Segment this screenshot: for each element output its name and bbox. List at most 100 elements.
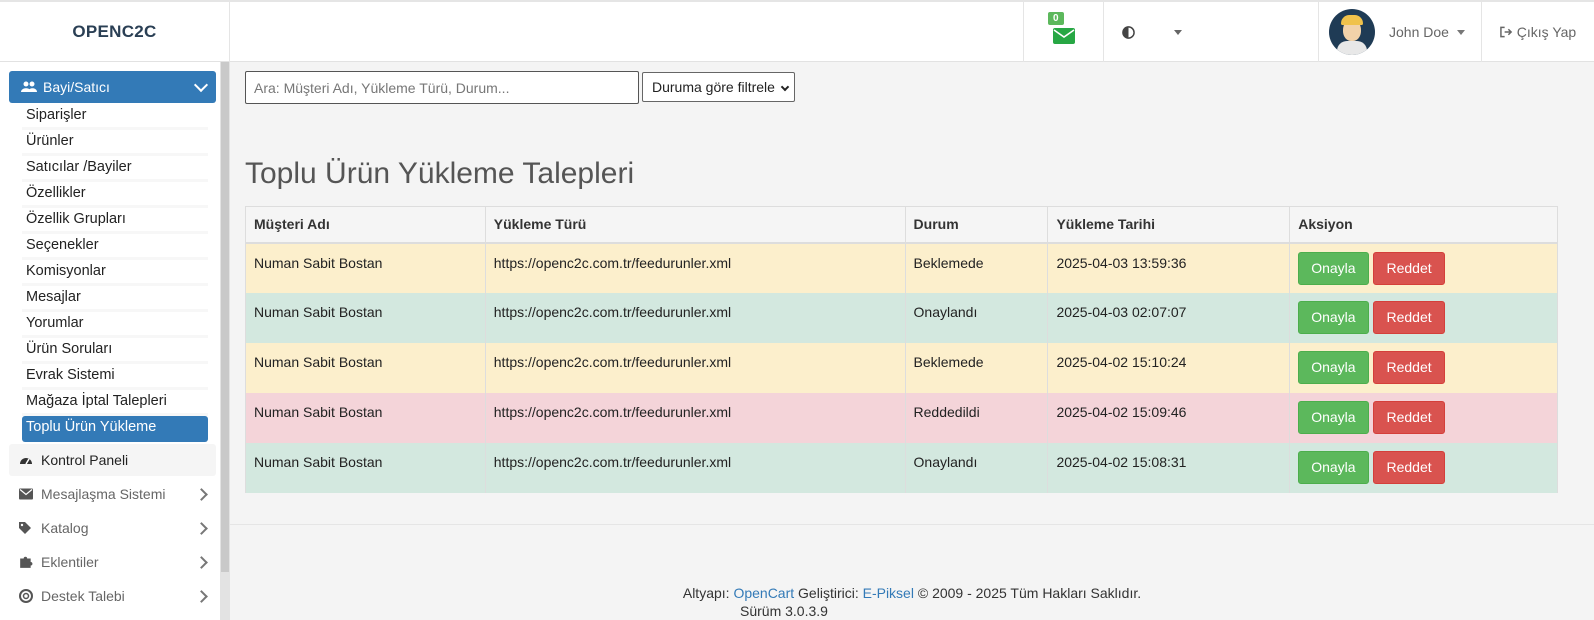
customer-cell: Numan Sabit Bostan: [245, 292, 486, 343]
chevron-down-icon: [780, 82, 790, 92]
table-row: Numan Sabit Bostan https://openc2c.com.t…: [245, 442, 1558, 493]
theme-toggle-button[interactable]: [1103, 2, 1153, 62]
column-header[interactable]: Yükleme Türü: [484, 206, 906, 244]
sidebar-item-kontrol-paneli[interactable]: Kontrol Paneli: [9, 444, 216, 476]
approve-button[interactable]: Onayla: [1298, 450, 1369, 484]
table-row: Numan Sabit Bostan https://openc2c.com.t…: [245, 242, 1558, 293]
footer-dev-prefix: Geliştirici:: [798, 585, 859, 601]
table-row: Numan Sabit Bostan https://openc2c.com.t…: [245, 342, 1558, 393]
contrast-icon: [1122, 25, 1135, 39]
status-filter-value: Duruma göre filtrele: [652, 79, 775, 95]
submenu-item-mesajlar[interactable]: Mesajlar: [22, 286, 208, 312]
logout-button[interactable]: Çıkış Yap: [1481, 2, 1594, 62]
submenu-item-ozellik-gruplari[interactable]: Özellik Grupları: [22, 208, 208, 234]
puzzle-icon: [20, 556, 33, 568]
reject-button[interactable]: Reddet: [1373, 300, 1445, 334]
customer-cell: Numan Sabit Bostan: [245, 342, 486, 393]
chevron-down-icon: [193, 77, 209, 93]
customer-cell: Numan Sabit Bostan: [245, 392, 486, 443]
sidebar-scrollbar-thumb[interactable]: [221, 62, 229, 572]
sidebar-item-label: Kontrol Paneli: [41, 452, 129, 468]
developer-link[interactable]: E-Piksel: [863, 585, 914, 601]
bulk-upload-table: Müşteri Adı Yükleme Türü Durum Yükleme T…: [245, 206, 1558, 493]
column-header: Aksiyon: [1289, 206, 1558, 244]
chevron-right-icon: [195, 487, 208, 501]
tags-icon: [19, 522, 31, 534]
actions-cell: Onayla Reddet: [1289, 392, 1558, 443]
submenu-item-saticilar[interactable]: Satıcılar /Bayiler: [22, 156, 208, 182]
table-row: Numan Sabit Bostan https://openc2c.com.t…: [245, 392, 1558, 443]
footer-rights: © 2009 - 2025 Tüm Hakları Saklıdır.: [917, 585, 1142, 601]
upload-type-cell: https://openc2c.com.tr/feedurunler.xml: [484, 292, 906, 343]
sidebar-item-destek-talebi[interactable]: Destek Talebi: [9, 580, 216, 612]
reject-button[interactable]: Reddet: [1373, 350, 1445, 384]
date-cell: 2025-04-02 15:09:46: [1047, 392, 1291, 443]
submenu-item-evrak-sistemi[interactable]: Evrak Sistemi: [22, 364, 208, 390]
sidebar-item-label: Destek Talebi: [41, 588, 125, 604]
date-cell: 2025-04-03 02:07:07: [1047, 292, 1291, 343]
search-input[interactable]: [245, 71, 639, 104]
brand-logo[interactable]: OPENC2C: [0, 2, 230, 62]
submenu-item-secenekler[interactable]: Seçenekler: [22, 234, 208, 260]
approve-button[interactable]: Onayla: [1298, 251, 1369, 285]
submenu-item-ozellikler[interactable]: Özellikler: [22, 182, 208, 208]
column-header[interactable]: Yükleme Tarihi: [1047, 206, 1291, 244]
customer-cell: Numan Sabit Bostan: [245, 242, 486, 293]
submenu-item-yorumlar[interactable]: Yorumlar: [22, 312, 208, 338]
upload-type-cell: https://openc2c.com.tr/feedurunler.xml: [484, 242, 906, 293]
mail-notification-button[interactable]: 0: [1023, 2, 1103, 62]
submenu-item-urunler[interactable]: Ürünler: [22, 130, 208, 156]
customer-cell: Numan Sabit Bostan: [245, 442, 486, 493]
sidebar-submenu: Siparişler Ürünler Satıcılar /Bayiler Öz…: [22, 104, 208, 442]
date-cell: 2025-04-02 15:10:24: [1047, 342, 1291, 393]
lifebuoy-icon: [19, 589, 33, 603]
users-icon: [21, 81, 37, 92]
sidebar-item-mesajlasma[interactable]: Mesajlaşma Sistemi: [9, 478, 216, 510]
table-row: Numan Sabit Bostan https://openc2c.com.t…: [245, 292, 1558, 343]
logout-label: Çıkış Yap: [1516, 24, 1577, 40]
footer-prefix: Altyapı:: [682, 585, 730, 601]
column-header[interactable]: Durum: [904, 206, 1049, 244]
column-header[interactable]: Müşteri Adı: [245, 206, 486, 244]
sidebar-item-katalog[interactable]: Katalog: [9, 512, 216, 544]
user-menu[interactable]: John Doe: [1318, 2, 1481, 62]
envelope-icon: [19, 488, 33, 500]
status-cell: Beklemede: [904, 242, 1049, 293]
sign-out-icon: [1499, 26, 1512, 38]
chevron-right-icon: [195, 589, 208, 603]
status-cell: Onaylandı: [904, 442, 1049, 493]
status-cell: Onaylandı: [904, 292, 1049, 343]
sidebar-section-label: Bayi/Satıcı: [43, 79, 110, 95]
caret-down-icon: [1456, 29, 1465, 35]
approve-button[interactable]: Onayla: [1298, 350, 1369, 384]
actions-cell: Onayla Reddet: [1289, 342, 1558, 393]
caret-down-icon: [1174, 29, 1182, 35]
submenu-item-urun-sorulari[interactable]: Ürün Soruları: [22, 338, 208, 364]
mail-count-badge: 0: [1048, 12, 1064, 25]
theme-dropdown-button[interactable]: [1153, 2, 1203, 62]
envelope-icon: [1052, 28, 1075, 44]
submenu-item-magaza-iptal[interactable]: Mağaza İptal Talepleri: [22, 390, 208, 416]
upload-type-cell: https://openc2c.com.tr/feedurunler.xml: [484, 442, 906, 493]
sidebar-item-bayi-satici[interactable]: Bayi/Satıcı: [9, 71, 216, 103]
reject-button[interactable]: Reddet: [1373, 400, 1445, 434]
sidebar-item-eklentiler[interactable]: Eklentiler: [9, 546, 216, 578]
opencart-link[interactable]: OpenCart: [733, 585, 794, 601]
submenu-item-siparisler[interactable]: Siparişler: [22, 104, 208, 130]
submenu-item-toplu-urun-yukleme[interactable]: Toplu Ürün Yükleme: [22, 416, 208, 442]
submenu-item-komisyonlar[interactable]: Komisyonlar: [22, 260, 208, 286]
reject-button[interactable]: Reddet: [1373, 251, 1445, 285]
reject-button[interactable]: Reddet: [1373, 450, 1445, 484]
status-cell: Reddedildi: [904, 392, 1049, 443]
chevron-right-icon: [195, 521, 208, 535]
sidebar-item-label: Katalog: [41, 520, 89, 536]
footer: Altyapı: OpenCart Geliştirici: E-Piksel …: [230, 585, 1594, 601]
status-filter-select[interactable]: Duruma göre filtrele: [642, 72, 795, 102]
sidebar-item-label: Eklentiler: [41, 554, 99, 570]
table-header-row: Müşteri Adı Yükleme Türü Durum Yükleme T…: [245, 206, 1558, 244]
approve-button[interactable]: Onayla: [1298, 300, 1369, 334]
approve-button[interactable]: Onayla: [1298, 400, 1369, 434]
actions-cell: Onayla Reddet: [1289, 442, 1558, 493]
page-title: Toplu Ürün Yükleme Talepleri: [245, 157, 635, 190]
upload-type-cell: https://openc2c.com.tr/feedurunler.xml: [484, 392, 906, 443]
